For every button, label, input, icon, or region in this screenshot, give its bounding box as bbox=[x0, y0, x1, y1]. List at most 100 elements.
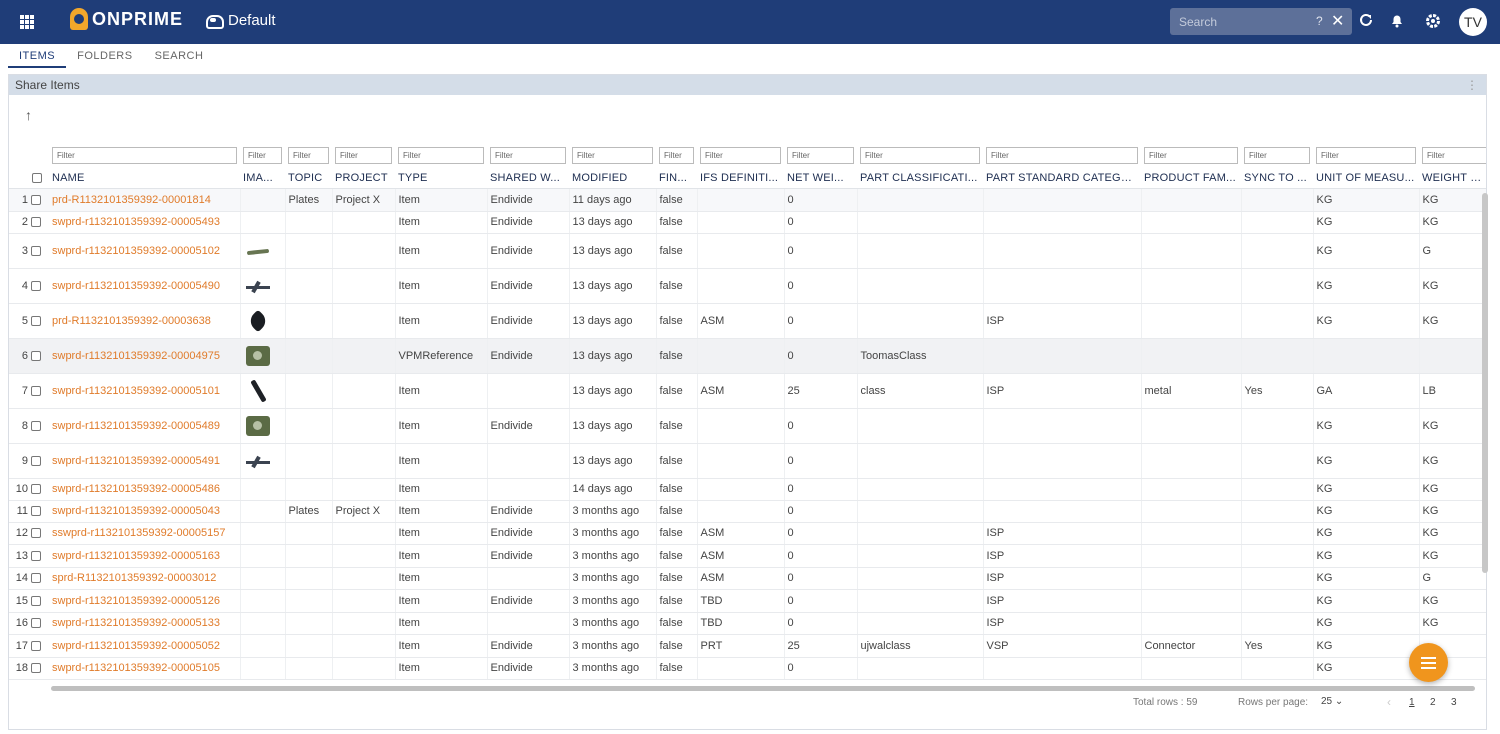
item-name-link[interactable]: swprd-r1132101359392-00004975 bbox=[49, 338, 241, 374]
page-2[interactable]: 2 bbox=[1430, 697, 1436, 708]
filter-input-ifs[interactable] bbox=[700, 147, 781, 164]
row-checkbox[interactable] bbox=[31, 550, 41, 561]
column-header-net-weight[interactable]: NET WEI... bbox=[784, 164, 857, 189]
table-row[interactable]: 4 swprd-r1132101359392-00005490 Item Endivi… bbox=[9, 268, 1486, 304]
item-name-link[interactable]: swprd-r1132101359392-00005486 bbox=[49, 478, 241, 501]
filter-input-type[interactable] bbox=[398, 147, 484, 164]
row-checkbox[interactable] bbox=[31, 385, 41, 396]
row-checkbox[interactable] bbox=[31, 663, 41, 674]
page-3[interactable]: 3 bbox=[1451, 697, 1457, 708]
table-row[interactable]: 10 swprd-r1132101359392-00005486 Item 14 da… bbox=[9, 478, 1486, 501]
column-header-shared[interactable]: SHARED W... bbox=[487, 164, 569, 189]
filter-input-product-family[interactable] bbox=[1144, 147, 1238, 164]
table-row[interactable]: 15 swprd-r1132101359392-00005126 Item Endiv… bbox=[9, 589, 1486, 613]
column-header-product-family[interactable]: PRODUCT FAM... bbox=[1141, 164, 1241, 189]
row-checkbox[interactable] bbox=[31, 280, 41, 291]
item-name-link[interactable]: sprd-R1132101359392-00003012 bbox=[49, 567, 241, 590]
tab-folders[interactable]: FOLDERS bbox=[66, 44, 143, 68]
table-row[interactable]: 9 swprd-r1132101359392-00005491 Item 13 day… bbox=[9, 443, 1486, 479]
column-header-fin[interactable]: FIN... bbox=[656, 164, 697, 189]
item-name-link[interactable]: swprd-r1132101359392-00005105 bbox=[49, 657, 241, 680]
column-header-project[interactable]: PROJECT bbox=[332, 164, 395, 189]
gear-icon[interactable] bbox=[1423, 12, 1443, 32]
search-clear-icon[interactable]: ✕ bbox=[1331, 11, 1344, 31]
tab-search[interactable]: SEARCH bbox=[144, 44, 215, 68]
table-row[interactable]: 16 swprd-r1132101359392-00005133 Item 3 mon… bbox=[9, 612, 1486, 635]
table-row[interactable]: 8 swprd-r1132101359392-00005489 Item Endivi… bbox=[9, 408, 1486, 444]
row-checkbox[interactable] bbox=[31, 618, 41, 629]
column-header-uom[interactable]: UNIT OF MEASU... bbox=[1313, 164, 1419, 189]
item-name-link[interactable]: swprd-r1132101359392-00005102 bbox=[49, 233, 241, 269]
column-header-part-class[interactable]: PART CLASSIFICATI... bbox=[857, 164, 983, 189]
filter-input-fin[interactable] bbox=[659, 147, 694, 164]
rows-per-page-select[interactable]: 25 ⌄ bbox=[1321, 696, 1343, 707]
row-checkbox[interactable] bbox=[31, 455, 41, 466]
row-checkbox[interactable] bbox=[31, 245, 41, 256]
row-checkbox[interactable] bbox=[31, 420, 41, 431]
item-thumbnail[interactable] bbox=[244, 237, 272, 265]
table-row[interactable]: 14 sprd-R1132101359392-00003012 Item 3 mont… bbox=[9, 567, 1486, 590]
item-name-link[interactable]: swprd-r1132101359392-00005133 bbox=[49, 612, 241, 635]
row-checkbox[interactable] bbox=[31, 350, 41, 361]
filter-input-sync[interactable] bbox=[1244, 147, 1310, 164]
item-thumbnail[interactable] bbox=[244, 447, 272, 475]
row-checkbox[interactable] bbox=[31, 217, 41, 228]
horizontal-scrollbar[interactable] bbox=[51, 686, 1475, 691]
workspace-selector[interactable]: Default bbox=[204, 12, 276, 29]
filter-input-part-std[interactable] bbox=[986, 147, 1138, 164]
table-row[interactable]: 6 swprd-r1132101359392-00004975 VPMReferen… bbox=[9, 338, 1486, 374]
item-name-link[interactable]: swprd-r1132101359392-00005052 bbox=[49, 634, 241, 658]
item-name-link[interactable]: swprd-r1132101359392-00005490 bbox=[49, 268, 241, 304]
menu-fab-button[interactable] bbox=[1409, 643, 1448, 682]
table-row[interactable]: 2 swprd-r1132101359392-00005493 Item Endivi… bbox=[9, 211, 1486, 234]
filter-input-uom[interactable] bbox=[1316, 147, 1416, 164]
column-header-modified[interactable]: MODIFIED bbox=[569, 164, 656, 189]
panel-menu-icon[interactable]: ⋮ bbox=[1466, 78, 1478, 92]
row-checkbox[interactable] bbox=[31, 573, 41, 584]
table-row[interactable]: 12 sswprd-r1132101359392-00005157 Item Endi… bbox=[9, 522, 1486, 545]
filter-input-shared[interactable] bbox=[490, 147, 566, 164]
row-checkbox[interactable] bbox=[31, 595, 41, 606]
column-header-name[interactable]: NAME bbox=[49, 164, 240, 189]
item-thumbnail[interactable] bbox=[244, 272, 272, 300]
column-header-type[interactable]: TYPE bbox=[395, 164, 487, 189]
item-name-link[interactable]: prd-R1132101359392-00003638 bbox=[49, 303, 241, 339]
row-checkbox[interactable] bbox=[31, 484, 41, 495]
row-checkbox[interactable] bbox=[31, 315, 41, 326]
table-row[interactable]: 17 swprd-r1132101359392-00005052 Item Endiv… bbox=[9, 634, 1486, 658]
item-thumbnail[interactable] bbox=[244, 342, 272, 370]
item-thumbnail[interactable] bbox=[244, 412, 272, 440]
filter-input-image[interactable] bbox=[243, 147, 282, 164]
select-all-checkbox[interactable] bbox=[32, 172, 42, 183]
item-thumbnail[interactable] bbox=[244, 307, 272, 335]
page-1[interactable]: 1 bbox=[1409, 697, 1415, 708]
item-name-link[interactable]: swprd-r1132101359392-00005101 bbox=[49, 373, 241, 409]
filter-input-part-class[interactable] bbox=[860, 147, 980, 164]
table-row[interactable]: 13 swprd-r1132101359392-00005163 Item Endiv… bbox=[9, 544, 1486, 568]
item-name-link[interactable]: swprd-r1132101359392-00005489 bbox=[49, 408, 241, 444]
row-checkbox[interactable] bbox=[31, 194, 41, 205]
item-name-link[interactable]: swprd-r1132101359392-00005043 bbox=[49, 500, 241, 523]
up-arrow-icon[interactable]: ↑ bbox=[25, 107, 32, 123]
column-header-image[interactable]: IMA... bbox=[240, 164, 285, 189]
item-name-link[interactable]: swprd-r1132101359392-00005163 bbox=[49, 544, 241, 568]
filter-input-net-weight[interactable] bbox=[787, 147, 854, 164]
row-checkbox[interactable] bbox=[31, 528, 41, 539]
refresh-icon[interactable] bbox=[1356, 12, 1376, 32]
item-name-link[interactable]: sswprd-r1132101359392-00005157 bbox=[49, 522, 241, 545]
table-row[interactable]: 5 prd-R1132101359392-00003638 Item Endivide… bbox=[9, 303, 1486, 339]
item-name-link[interactable]: swprd-r1132101359392-00005493 bbox=[49, 211, 241, 234]
filter-input-topic[interactable] bbox=[288, 147, 329, 164]
column-header-ifs[interactable]: IFS DEFINITI... bbox=[697, 164, 784, 189]
prev-page-icon[interactable]: ‹ bbox=[1387, 695, 1391, 709]
item-name-link[interactable]: swprd-r1132101359392-00005126 bbox=[49, 589, 241, 613]
filter-input-project[interactable] bbox=[335, 147, 392, 164]
column-header-weight-unit[interactable]: WEIGHT U... bbox=[1419, 164, 1486, 189]
item-name-link[interactable]: prd-R1132101359392-00001814 bbox=[49, 188, 241, 212]
user-avatar[interactable]: TV bbox=[1459, 8, 1487, 36]
item-thumbnail[interactable] bbox=[244, 377, 272, 405]
tab-items[interactable]: ITEMS bbox=[8, 44, 67, 68]
column-header-sync[interactable]: SYNC TO ... bbox=[1241, 164, 1313, 189]
table-row[interactable]: 7 swprd-r1132101359392-00005101 Item 13 day… bbox=[9, 373, 1486, 409]
bell-icon[interactable] bbox=[1387, 12, 1407, 32]
